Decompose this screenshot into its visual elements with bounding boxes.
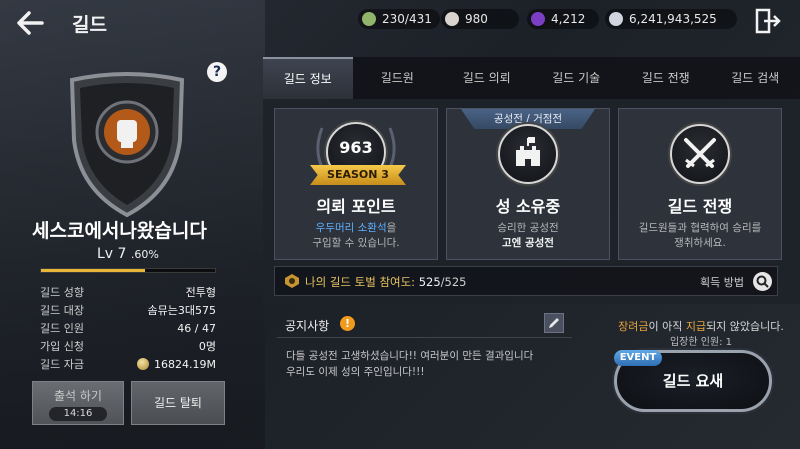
info-row-disposition: 길드 성향 전투형 <box>40 283 216 301</box>
info-value: 전투형 <box>185 286 216 299</box>
level-value: Lv 7 <box>97 246 127 262</box>
coin-icon <box>137 357 150 370</box>
edit-notice-button[interactable] <box>544 313 564 333</box>
guild-points-icon <box>362 12 376 26</box>
info-label: 길드 성향 <box>40 286 84 299</box>
info-row-leader: 길드 대장 솜뮤는3대575 <box>40 301 216 319</box>
info-label: 가입 신청 <box>40 340 84 353</box>
resource-silver: 6,241,943,525 <box>605 9 737 29</box>
guild-emblem <box>62 70 192 220</box>
fund-text: 이 아직 <box>648 320 686 333</box>
resource-value: 4,212 <box>551 12 586 26</box>
castle-icon <box>516 137 540 166</box>
tab-members[interactable]: 길드원 <box>353 57 443 99</box>
guild-tabs: 길드 정보 길드원 길드 의뢰 길드 기술 길드 전쟁 길드 검색 <box>263 57 800 99</box>
pearl-icon <box>445 12 459 26</box>
fund-message: 장려금이 아직 지급되지 않았습니다. <box>606 318 796 334</box>
fund-text-end: 되지 않았습니다. <box>706 320 784 333</box>
summon-stone-link: 우두머리 소환석 <box>315 222 387 234</box>
info-value: 0명 <box>198 340 216 353</box>
card-desc: 승리한 공성전 고엔 공성전 <box>447 221 609 251</box>
guild-name: 세스코에서나왔습니다 <box>32 220 207 242</box>
how-to-get-link[interactable]: 획득 방법 <box>700 274 744 290</box>
card-desc-1: 길드원들과 협력하여 승리를 <box>638 222 762 234</box>
leave-guild-button[interactable]: 길드 탈퇴 <box>131 381 225 425</box>
info-value: 16824.19M <box>154 357 216 371</box>
participation-value: 525 <box>418 275 441 289</box>
attendance-timer: 14:16 <box>49 407 107 421</box>
gem-icon <box>531 12 545 26</box>
pencil-icon <box>549 318 559 328</box>
arrow-left-icon <box>17 11 44 35</box>
card-desc-2: 고엔 공성전 <box>502 237 554 249</box>
resource-guild-points: 230/431 <box>358 9 440 29</box>
tab-search[interactable]: 길드 검색 <box>711 57 800 99</box>
participation-label: 나의 길드 토벌 참여도: <box>305 275 416 289</box>
card-desc: 우두머리 소환석을 구입할 수 있습니다. <box>275 221 437 251</box>
season-badge: SEASON 3 <box>310 165 406 185</box>
how-to-get-button[interactable] <box>753 272 772 291</box>
event-badge: EVENT <box>614 350 662 366</box>
resource-value: 980 <box>465 12 488 26</box>
search-icon <box>756 275 769 288</box>
crossed-swords-icon <box>684 138 716 168</box>
level-progress-bar <box>40 268 216 273</box>
participation-text: 나의 길드 토벌 참여도: 525/525 <box>305 274 467 290</box>
shield-fist-icon <box>69 72 185 218</box>
info-row-members: 길드 인원 46 / 47 <box>40 319 216 337</box>
alert-icon: ! <box>340 316 355 331</box>
raid-participation-bar: 나의 길드 토벌 참여도: 525/525 획득 방법 <box>274 266 778 296</box>
resource-pearl: 980 <box>441 9 519 29</box>
tab-skills[interactable]: 길드 기술 <box>532 57 622 99</box>
war-circle <box>670 124 730 184</box>
castle-circle <box>498 124 558 184</box>
resource-value: 230/431 <box>382 12 432 26</box>
exit-button[interactable] <box>752 6 782 36</box>
tab-requests[interactable]: 길드 의뢰 <box>442 57 532 99</box>
exit-door-icon <box>755 8 781 34</box>
request-points-value: 963 <box>339 138 373 157</box>
fund-highlight: 장려금 <box>618 320 649 333</box>
notice-line-2: 우리도 이제 성의 주인입니다!!! <box>286 366 425 378</box>
info-row-funds: 길드 자금 16824.19M <box>40 355 216 373</box>
tab-war[interactable]: 길드 전쟁 <box>621 57 711 99</box>
info-row-applications: 가입 신청 0명 <box>40 337 216 355</box>
notice-divider <box>277 337 572 338</box>
attendance-button[interactable]: 출석 하기 14:16 <box>32 381 124 425</box>
level-percent: .60% <box>130 248 159 261</box>
attendance-label: 출석 하기 <box>54 389 102 403</box>
info-value: 솜뮤는3대575 <box>147 304 216 317</box>
guild-level: Lv 7 .60% <box>97 246 159 262</box>
resource-gem: 4,212 <box>527 9 599 29</box>
info-value: 46 / 47 <box>177 321 216 335</box>
card-title: 의뢰 포인트 <box>316 197 396 216</box>
card-desc-rest: 을 <box>386 222 397 234</box>
notice-line-1: 다들 공성전 고생하셨습니다!! 여러분이 만든 결과입니다 <box>286 350 534 362</box>
raid-medal-icon <box>285 274 299 288</box>
participation-max: /525 <box>440 275 467 289</box>
notice-title: 공지사항 <box>285 319 330 333</box>
entrants-count: 입장한 인원: 1 <box>669 337 733 348</box>
card-title: 길드 전쟁 <box>667 197 733 216</box>
help-button[interactable]: ? <box>207 62 227 82</box>
info-label: 길드 대장 <box>40 304 84 317</box>
silver-icon <box>609 12 623 26</box>
info-label: 길드 자금 <box>40 358 84 371</box>
card-desc-1: 승리한 공성전 <box>497 222 559 234</box>
card-desc-2: 구입할 수 있습니다. <box>312 237 400 249</box>
card-title: 성 소유중 <box>495 197 561 216</box>
tab-guild-info[interactable]: 길드 정보 <box>263 57 353 99</box>
level-progress-fill <box>41 269 146 272</box>
card-desc-2: 쟁취하세요. <box>674 237 726 249</box>
info-label: 길드 인원 <box>40 322 84 335</box>
resource-value: 6,241,943,525 <box>629 12 717 26</box>
page-title: 길드 <box>72 14 107 36</box>
back-button[interactable] <box>12 8 48 38</box>
card-desc: 길드원들과 협력하여 승리를 쟁취하세요. <box>619 221 781 251</box>
fund-strong: 지급 <box>685 320 707 333</box>
